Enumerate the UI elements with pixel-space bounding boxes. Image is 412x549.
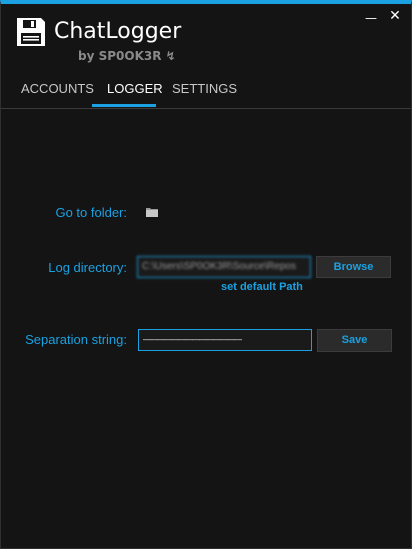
- tab-accounts[interactable]: ACCOUNTS: [21, 81, 94, 97]
- save-button[interactable]: Save: [317, 329, 392, 352]
- title-bar[interactable]: ChatLogger by SP0OK3R ↯ — ✕: [1, 4, 411, 68]
- tab-settings[interactable]: SETTINGS: [172, 81, 237, 97]
- close-button[interactable]: ✕: [387, 8, 403, 24]
- tab-logger[interactable]: LOGGER: [107, 81, 163, 97]
- go-to-folder-label: Go to folder:: [55, 205, 127, 220]
- floppy-disk-icon: [17, 18, 45, 46]
- app-subtitle: by SP0OK3R ↯: [78, 49, 176, 63]
- active-tab-indicator: [92, 104, 156, 107]
- log-directory-label: Log directory:: [48, 260, 127, 275]
- set-default-path-link[interactable]: set default Path: [221, 280, 303, 294]
- browse-button[interactable]: Browse: [316, 256, 391, 278]
- separation-string-label: Separation string:: [25, 332, 127, 347]
- minimize-button[interactable]: —: [363, 10, 379, 26]
- tab-bar: ACCOUNTS LOGGER SETTINGS: [1, 76, 411, 109]
- app-window: ChatLogger by SP0OK3R ↯ — ✕ ACCOUNTS LOG…: [0, 0, 412, 549]
- separation-string-input[interactable]: ——————————————: [138, 329, 312, 351]
- app-title: ChatLogger: [54, 19, 182, 44]
- folder-icon[interactable]: [146, 207, 158, 217]
- log-directory-input[interactable]: C:\Users\SP0OK3R\Source\Repos: [137, 256, 311, 278]
